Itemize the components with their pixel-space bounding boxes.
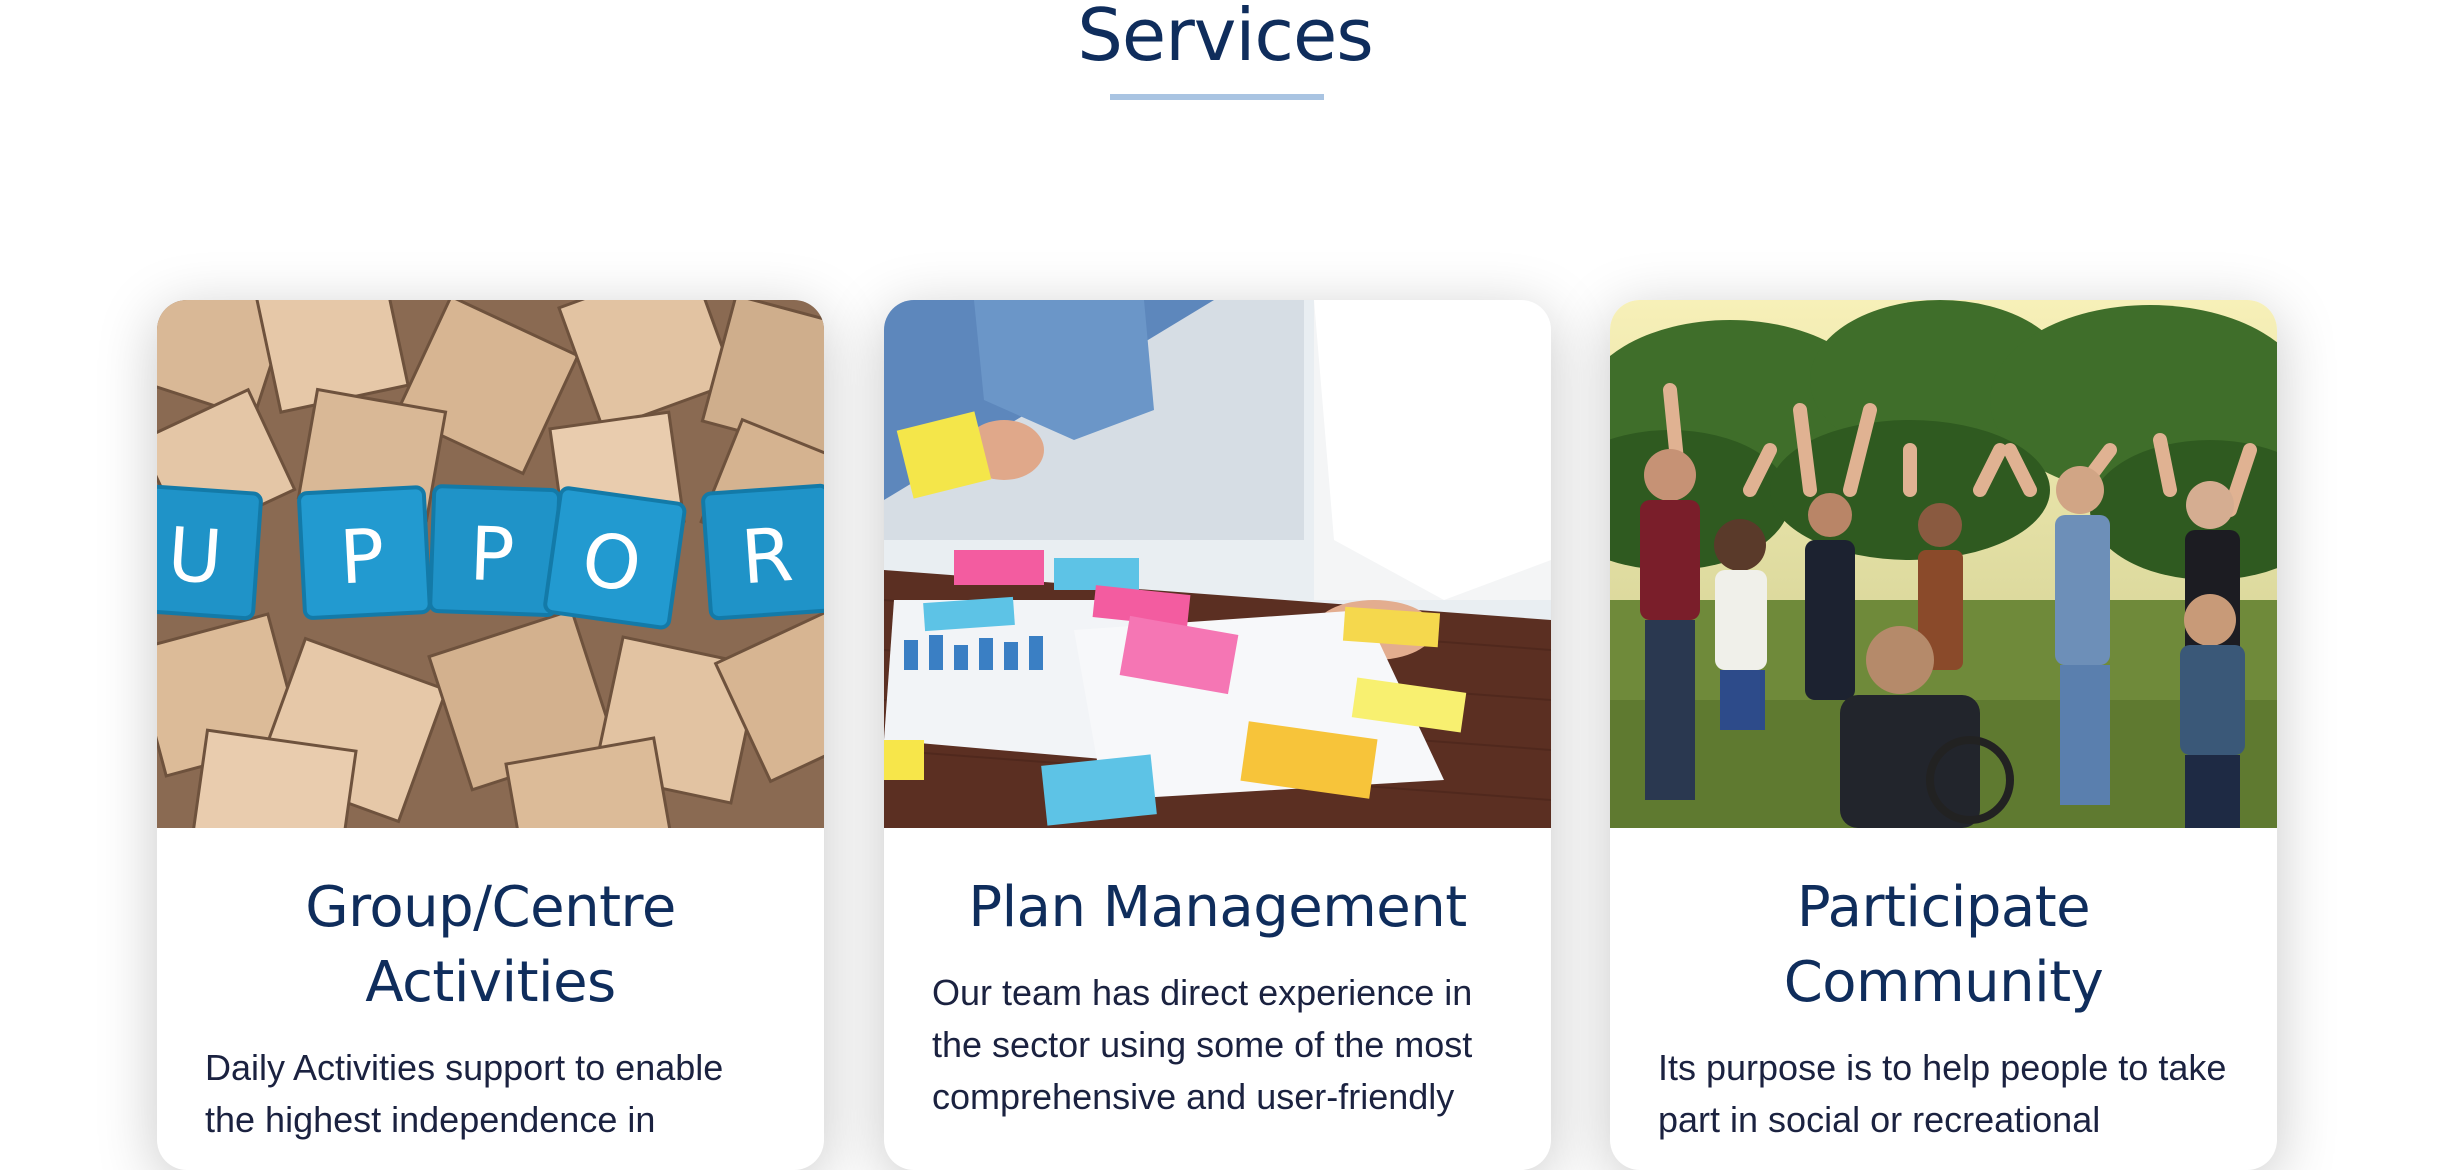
svg-text:R: R xyxy=(738,512,795,601)
community-circle-hands-raised-image xyxy=(1610,300,2277,828)
svg-text:O: O xyxy=(577,516,647,609)
card-description: Daily Activities support to enable the h… xyxy=(205,1047,724,1140)
card-title[interactable]: Group/Centre Activities xyxy=(197,870,784,1020)
card-description: Our team has direct experience in the se… xyxy=(932,972,1473,1117)
svg-text:P: P xyxy=(468,511,516,599)
svg-text:P: P xyxy=(338,513,387,601)
card-title[interactable]: Participate Community xyxy=(1650,870,2237,1020)
team-planning-sticky-notes-image xyxy=(884,300,1551,828)
service-card-plan-management[interactable]: Plan Management Our team has direct expe… xyxy=(884,300,1551,1170)
service-card-participate-community[interactable]: Participate Community Its purpose is to … xyxy=(1610,300,2277,1170)
title-underline xyxy=(1110,94,1324,100)
section-title: Services xyxy=(1077,0,1374,77)
card-title[interactable]: Plan Management xyxy=(924,870,1511,945)
scrabble-tiles-support-image: U P P O R xyxy=(157,300,824,828)
svg-text:U: U xyxy=(165,512,225,602)
service-card-group-centre[interactable]: U P P O R Group/Centre Activities Daily … xyxy=(157,300,824,1170)
card-description: Its purpose is to help people to take pa… xyxy=(1658,1047,2227,1140)
